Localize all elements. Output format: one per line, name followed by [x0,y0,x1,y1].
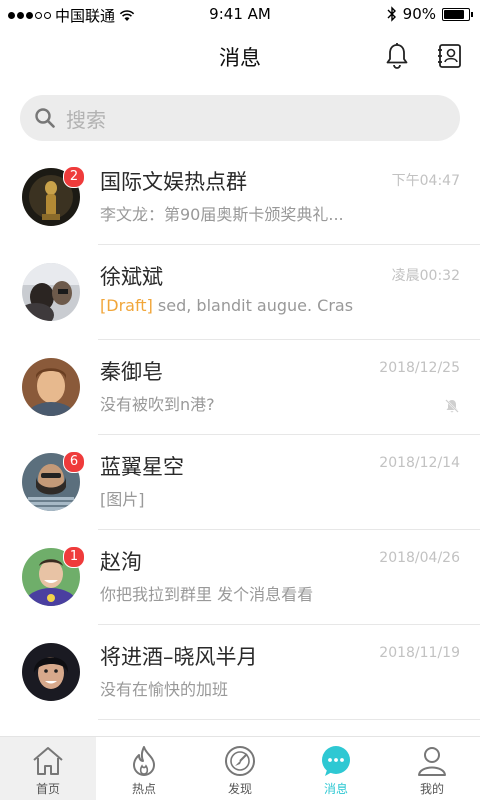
battery-percent: 90% [402,5,436,23]
tab-label: 消息 [323,782,348,796]
conversation-name: 徐斌斌 [100,265,163,289]
message-preview: 李文龙：第90届奥斯卡颁奖典礼... [100,205,344,224]
message-preview: 你把我拉到群里 发个消息看看 [100,585,314,604]
search-placeholder: 搜索 [66,107,106,132]
flame-icon [133,746,155,776]
tab-hot[interactable]: 热点 [96,737,192,800]
conversation-name: 秦御皂 [100,360,163,384]
message-preview: 没有被吹到n港? [100,395,215,414]
tab-bar: 首页 热点 发现 消息 我的 [0,736,480,800]
avatar [22,643,80,701]
conversation-time: 2018/12/14 [379,455,460,471]
conversation-time: 2018/04/26 [379,550,460,566]
message-preview: 没有在愉快的加班 [100,680,229,699]
conversation-time: 下午04:47 [391,173,460,189]
mute-bell-icon [445,399,459,413]
battery-icon [442,7,473,21]
conversation-preview: [Draft] sed, blandit augue. Cras [100,296,380,315]
conversation-preview: 没有在愉快的加班 [100,676,380,700]
divider [98,719,480,720]
tab-messages[interactable]: 消息 [288,737,384,800]
conversation-row[interactable]: 6 蓝翼星空 2018/12/14 [图片] [0,435,480,530]
conversation-preview: 你把我拉到群里 发个消息看看 [100,581,380,605]
unread-badge: 6 [63,451,85,473]
conversation-name: 赵洵 [100,550,142,574]
battery-fill [444,9,464,19]
tab-label: 热点 [131,782,156,796]
avatar [22,358,80,416]
status-bar: 中国联通 9:41 AM 90% [0,0,480,28]
conversation-preview: 没有被吹到n港? [100,391,380,415]
conversation-name: 蓝翼星空 [100,455,184,479]
conversation-row[interactable]: 徐斌斌 凌晨00:32 [Draft] sed, blandit augue. … [0,245,480,340]
search-icon [35,108,55,128]
message-preview: sed, blandit augue. Cras [157,296,354,315]
conversation-preview: [图片] [100,486,380,510]
conversation-name: 将进酒–晓风半月 [100,645,258,669]
bluetooth-icon [387,6,396,22]
message-preview: [图片] [100,490,145,509]
tab-label: 发现 [227,782,252,796]
conversation-row[interactable]: 1 赵洵 2018/04/26 你把我拉到群里 发个消息看看 [0,530,480,625]
conversation-preview: 李文龙：第90届奥斯卡颁奖典礼... [100,201,380,225]
status-right: 90% [387,5,473,23]
bell-icon[interactable] [383,42,411,70]
unread-badge: 1 [63,546,85,568]
tab-label: 我的 [419,782,444,796]
contacts-icon[interactable] [436,42,464,70]
tab-home[interactable]: 首页 [0,737,96,800]
tab-discover[interactable]: 发现 [192,737,288,800]
conversation-name: 国际文娱热点群 [100,170,247,194]
draft-label: [Draft] [100,296,153,315]
tab-me[interactable]: 我的 [384,737,480,800]
conversation-time: 凌晨00:32 [391,268,460,284]
conversation-row[interactable]: 秦御皂 2018/12/25 没有被吹到n港? [0,340,480,435]
chat-bubble-icon [322,746,350,776]
conversation-time: 2018/12/25 [379,360,460,376]
conversation-time: 2018/11/19 [379,645,460,661]
unread-badge: 2 [63,166,85,188]
conversation-row[interactable]: 2 国际文娱热点群 下午04:47 李文龙：第90届奥斯卡颁奖典礼... [0,150,480,245]
compass-icon [225,746,255,776]
conversation-list: 2 国际文娱热点群 下午04:47 李文龙：第90届奥斯卡颁奖典礼... 徐斌斌… [0,150,480,720]
avatar [22,263,80,321]
user-icon [418,747,446,776]
search-bar[interactable]: 搜索 [20,95,460,141]
conversation-row[interactable]: 将进酒–晓风半月 2018/11/19 没有在愉快的加班 [0,625,480,720]
nav-bar: 消息 [0,28,480,84]
tab-label: 首页 [35,782,60,796]
home-icon [33,747,63,775]
